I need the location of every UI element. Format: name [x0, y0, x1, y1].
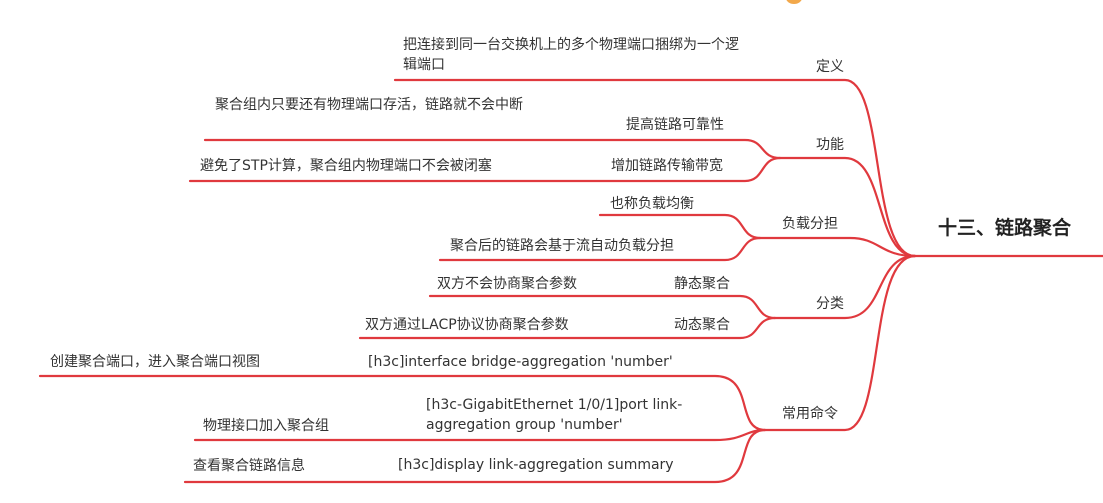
leaf-cmd-interface[interactable]: 创建聚合端口，进入聚合端口视图: [50, 352, 260, 372]
branch-definition[interactable]: 定义: [816, 57, 844, 77]
node-load-item-1[interactable]: 也称负载均衡: [610, 194, 694, 214]
branch-category[interactable]: 分类: [816, 294, 844, 314]
leaf-bandwidth[interactable]: 避免了STP计算，聚合组内物理端口不会被闭塞: [200, 156, 492, 176]
leaf-definition[interactable]: 把连接到同一台交换机上的多个物理端口捆绑为一个逻辑端口: [403, 35, 748, 75]
connector-load-item-1: [598, 213, 762, 240]
leaf-static[interactable]: 双方不会协商聚合参数: [437, 274, 577, 294]
branch-function[interactable]: 功能: [816, 135, 844, 155]
node-reliability[interactable]: 提高链路可靠性: [626, 115, 724, 135]
node-cmd-display[interactable]: [h3c]display link-aggregation summary: [398, 455, 674, 475]
node-static[interactable]: 静态聚合: [674, 274, 730, 294]
root-topic[interactable]: 十三、链路聚合: [938, 216, 1071, 240]
branch-load-balancing[interactable]: 负载分担: [782, 214, 838, 234]
connector-category: [773, 254, 917, 320]
node-bandwidth[interactable]: 增加链路传输带宽: [611, 156, 723, 176]
connector-function: [778, 156, 917, 258]
node-load-item-2[interactable]: 聚合后的链路会基于流自动负载分担: [450, 236, 674, 256]
node-dynamic[interactable]: 动态聚合: [674, 315, 730, 335]
leaf-dynamic[interactable]: 双方通过LACP协议协商聚合参数: [365, 315, 569, 335]
node-cmd-port-link[interactable]: [h3c-GigabitEthernet 1/0/1]port link-agg…: [426, 395, 716, 435]
leaf-cmd-port-link[interactable]: 物理接口加入聚合组: [203, 416, 329, 436]
leaf-reliability[interactable]: 聚合组内只要还有物理端口存活，链路就不会中断: [215, 95, 565, 115]
node-cmd-interface[interactable]: [h3c]interface bridge-aggregation 'numbe…: [368, 352, 673, 372]
leaf-cmd-display[interactable]: 查看聚合链路信息: [193, 456, 305, 476]
branch-common-commands[interactable]: 常用命令: [782, 404, 838, 424]
